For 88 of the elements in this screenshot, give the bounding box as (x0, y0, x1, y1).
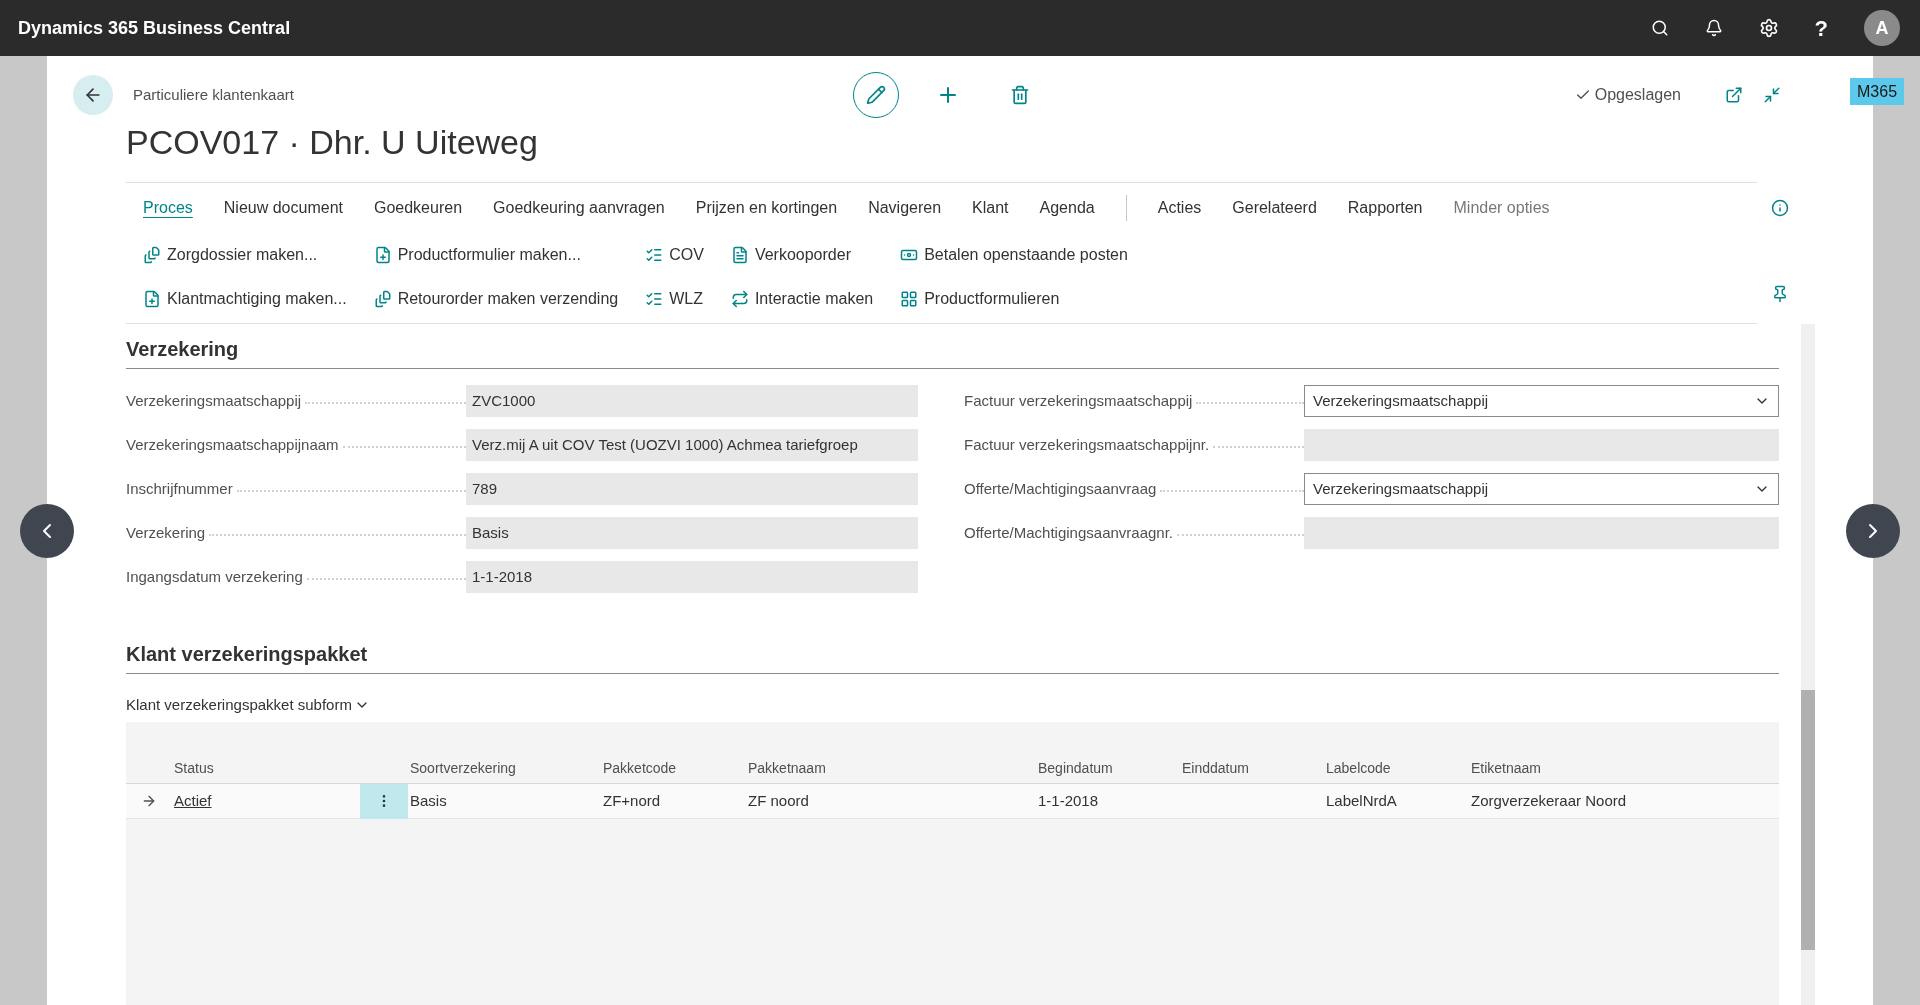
column-header[interactable]: Pakketcode (601, 758, 746, 779)
table-cell-text: Basis (409, 790, 448, 811)
next-record-button[interactable] (1846, 504, 1900, 558)
pin-icon[interactable] (1771, 285, 1789, 303)
column-header[interactable]: Begindatum (1036, 758, 1180, 779)
new-document-icon (373, 246, 392, 264)
field-label: Factuur verzekeringsmaatschappij (964, 390, 1193, 411)
action-button[interactable]: Betalen openstaande posten (900, 233, 1128, 277)
column-header[interactable]: Einddatum (1180, 758, 1324, 779)
pencil-icon (866, 85, 886, 105)
column-header[interactable]: Etiketnaam (1469, 758, 1729, 779)
menu-group[interactable]: Acties (1157, 196, 1202, 220)
action-button[interactable]: Productformulier maken... (373, 233, 619, 277)
new-document-icon (143, 290, 161, 308)
open-new-window-icon[interactable] (1725, 86, 1743, 104)
action-button[interactable]: Retourorder maken verzending (373, 277, 619, 321)
field-label: Offerte/Machtigingsaanvraag (964, 478, 1157, 499)
stacked-documents-icon (373, 290, 392, 308)
page-title: PCOV017 · Dhr. U Uiteweg (126, 122, 539, 162)
current-row-arrow-icon (141, 793, 157, 809)
menu-group[interactable]: Rapporten (1347, 196, 1423, 220)
action-button[interactable]: Verkooporder (730, 233, 874, 277)
back-button[interactable] (73, 75, 113, 115)
subform-title[interactable]: Klant verzekeringspakket subform (126, 693, 370, 717)
trash-icon (1010, 85, 1030, 105)
table-row[interactable]: Actief Basis ZF+nord ZF noord 1-1-2018 LabelNrdA Zorgverzekeraar Noord (126, 784, 1779, 819)
input-field[interactable]: ZVC1000 (466, 385, 918, 417)
field-label: Ingangsdatum verzekering (126, 566, 303, 587)
section-title: Verzekering (126, 337, 240, 362)
field-label: Verzekeringsmaatschappij (126, 390, 302, 411)
bell-icon[interactable] (1704, 19, 1723, 37)
action-button[interactable]: Interactie maken (730, 277, 874, 321)
input-field[interactable]: 1-1-2018 (466, 561, 918, 593)
help-button[interactable]: ? (1814, 11, 1828, 45)
input-field[interactable] (1304, 517, 1779, 549)
less-options-button[interactable]: Minder opties (1453, 196, 1550, 220)
breadcrumb: Particuliere klantenkaart (133, 84, 295, 105)
input-field[interactable]: Verz.mij A uit COV Test (UOZVI 1000) Achmea tariefgroep (466, 429, 918, 461)
collapse-icon[interactable] (1763, 86, 1781, 104)
menu-group[interactable]: Gerelateerd (1232, 196, 1317, 220)
menu-tab[interactable]: Nieuw document (223, 196, 343, 220)
menu-tab[interactable]: Klant (972, 196, 1009, 220)
action-button[interactable]: WLZ (645, 277, 704, 321)
input-field[interactable]: 789 (466, 473, 918, 505)
settings-icon[interactable] (1758, 18, 1779, 38)
action-button[interactable]: Zorgdossier maken... (143, 233, 347, 277)
document-icon (730, 246, 749, 264)
list-icon (645, 246, 664, 264)
field-label: Inschrijfnummer (126, 478, 233, 499)
save-status: Opgeslagen (1594, 85, 1681, 105)
table-cell-text: ZF+nord (602, 790, 662, 811)
menu-tab[interactable]: Goedkeuring aanvragen (493, 196, 665, 220)
menu-tab[interactable]: Navigeren (868, 196, 942, 220)
column-header[interactable]: Soortverzekering (408, 758, 601, 779)
column-header[interactable]: Pakketnaam (746, 758, 1036, 779)
environment-badge: M365 (1850, 78, 1905, 105)
table-cell-text: ZF noord (747, 790, 810, 811)
menu-tab[interactable]: Proces (143, 196, 193, 220)
app-title: Dynamics 365 Business Central (18, 16, 291, 40)
field-label: Factuur verzekeringsmaatschappijnr. (964, 434, 1210, 455)
search-icon[interactable] (1650, 19, 1669, 37)
status-link[interactable]: Actief (172, 789, 360, 813)
field-label: Verzekering (126, 522, 206, 543)
table-cell-text: Zorgverzekeraar Noord (1470, 790, 1628, 811)
action-button[interactable]: Klantmachtiging maken... (143, 277, 347, 321)
previous-record-button[interactable] (20, 504, 74, 558)
dropdown-field[interactable]: Verzekeringsmaatschappij (1304, 473, 1779, 505)
scrollbar-thumb[interactable] (1801, 690, 1815, 950)
input-field[interactable]: Basis (466, 517, 918, 549)
field-label: Offerte/Machtigingsaanvraagnr. (964, 522, 1173, 543)
table-cell-text: LabelNrdA (1325, 790, 1398, 811)
menu-tab[interactable]: Agenda (1039, 196, 1095, 220)
action-button[interactable]: Productformulieren (900, 277, 1128, 321)
table-cell-text: 1-1-2018 (1037, 790, 1100, 811)
menu-tab[interactable]: Prijzen en kortingen (695, 196, 838, 220)
info-icon[interactable] (1771, 199, 1789, 217)
column-header[interactable]: Status (172, 758, 360, 779)
field-label: Verzekeringsmaatschappijnaam (126, 434, 339, 455)
forms-icon (900, 290, 919, 308)
stacked-documents-icon (143, 246, 161, 264)
column-header[interactable]: Labelcode (1324, 758, 1469, 779)
input-field[interactable] (1304, 429, 1779, 461)
dropdown-field[interactable]: Verzekeringsmaatschappij (1304, 385, 1779, 417)
menu-tab[interactable]: Goedkeuren (373, 196, 463, 220)
exchange-arrows-icon (730, 290, 749, 308)
section-title: Klant verzekeringspakket (126, 642, 369, 667)
list-icon (645, 290, 664, 308)
action-button[interactable]: COV (645, 233, 704, 277)
